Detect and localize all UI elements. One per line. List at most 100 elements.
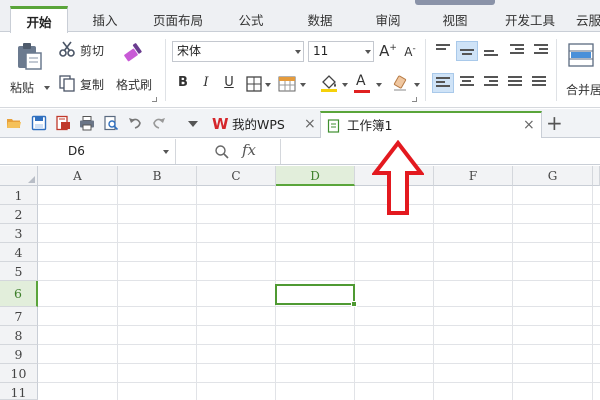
row-header-7[interactable]: 7 xyxy=(0,307,38,326)
print-icon[interactable] xyxy=(79,115,95,131)
increase-indent-button[interactable] xyxy=(530,41,552,61)
merge-center-button[interactable]: 合并居中 xyxy=(562,39,600,97)
open-folder-icon[interactable] xyxy=(6,115,22,131)
row-header-10[interactable]: 10 xyxy=(0,364,38,383)
column-header-b[interactable]: B xyxy=(118,166,197,186)
save-icon[interactable] xyxy=(31,115,47,131)
spreadsheet-grid[interactable]: A B C D E F G 1 2 3 4 5 6 7 8 9 10 11 xyxy=(0,166,600,400)
decrease-indent-button[interactable] xyxy=(506,41,528,61)
clipboard-dialog-launcher[interactable] xyxy=(152,97,157,102)
font-color-button[interactable]: A xyxy=(352,73,382,94)
copy-button[interactable]: 复制 xyxy=(56,73,112,95)
grid-line xyxy=(38,204,600,205)
grow-font-button[interactable]: A+ xyxy=(378,41,398,61)
zoom-search-icon[interactable] xyxy=(214,144,230,160)
grow-font-glyph: A xyxy=(379,42,390,60)
customize-toolbar-icon[interactable] xyxy=(188,121,198,127)
align-top-button[interactable] xyxy=(432,41,454,61)
clear-format-button[interactable] xyxy=(390,74,420,94)
format-painter-button[interactable]: 格式刷 xyxy=(114,73,162,95)
align-top-icon xyxy=(436,44,450,56)
grid-line xyxy=(38,242,600,243)
row-header-9[interactable]: 9 xyxy=(0,345,38,364)
paste-label: 粘贴 xyxy=(10,81,35,95)
align-center-button[interactable] xyxy=(456,73,478,93)
align-right-button[interactable] xyxy=(480,73,502,93)
tab-page-layout[interactable]: 页面布局 xyxy=(142,9,214,32)
cut-button[interactable]: 剪切 xyxy=(56,39,112,61)
tab-review[interactable]: 审阅 xyxy=(363,9,413,32)
align-bottom-button[interactable] xyxy=(480,41,502,61)
tab-formulas[interactable]: 公式 xyxy=(226,9,276,32)
justify-button[interactable] xyxy=(504,73,526,93)
bold-button[interactable]: B xyxy=(173,73,193,93)
active-cell-d6[interactable] xyxy=(275,284,355,305)
copy-icon xyxy=(59,75,75,92)
tab-view[interactable]: 视图 xyxy=(430,9,480,32)
my-wps-label: 我的WPS xyxy=(232,117,285,132)
column-header-d[interactable]: D xyxy=(276,166,355,186)
undo-icon[interactable] xyxy=(127,115,143,131)
chevron-down-icon xyxy=(300,83,306,87)
column-header-h[interactable] xyxy=(593,166,600,186)
quick-access-bar: W 我的WPS × 工作簿1 × + xyxy=(0,109,600,138)
close-icon[interactable]: × xyxy=(304,111,316,138)
column-header-a[interactable]: A xyxy=(38,166,118,186)
paste-button[interactable]: 粘贴 xyxy=(8,39,50,97)
column-header-f[interactable]: F xyxy=(434,166,513,186)
scissors-icon xyxy=(59,41,75,57)
italic-button[interactable]: I xyxy=(196,73,216,93)
font-color-swatch xyxy=(354,90,370,93)
font-size-select[interactable]: 11 xyxy=(308,41,374,62)
chevron-down-icon xyxy=(365,50,371,54)
chevron-down-icon xyxy=(265,83,271,87)
grid-line xyxy=(38,325,600,326)
name-box[interactable]: D6 xyxy=(0,139,176,164)
redo-icon[interactable] xyxy=(151,115,167,131)
close-icon[interactable]: × xyxy=(523,112,535,139)
tab-cloud[interactable]: 云服 xyxy=(576,9,600,32)
row-header-5[interactable]: 5 xyxy=(0,262,38,281)
distribute-button[interactable] xyxy=(528,73,550,93)
row-header-8[interactable]: 8 xyxy=(0,326,38,345)
row-header-2[interactable]: 2 xyxy=(0,205,38,224)
format-painter-icon-button[interactable] xyxy=(120,39,150,67)
font-size-value: 11 xyxy=(313,44,329,58)
tab-insert[interactable]: 插入 xyxy=(80,9,130,32)
menu-bar: 开始 插入 页面布局 公式 数据 审阅 视图 开发工具 云服 xyxy=(0,0,600,33)
insert-function-icon[interactable]: fx xyxy=(242,141,256,159)
fill-handle[interactable] xyxy=(351,301,357,307)
tab-workbook-1[interactable]: 工作簿1 × xyxy=(320,111,542,138)
font-dialog-launcher[interactable] xyxy=(412,97,417,102)
borders-button[interactable] xyxy=(244,74,272,94)
new-tab-plus-icon[interactable]: + xyxy=(546,111,563,135)
font-name-select[interactable]: 宋体 xyxy=(172,41,304,62)
column-header-g[interactable]: G xyxy=(513,166,593,186)
row-header-1[interactable]: 1 xyxy=(0,186,38,205)
export-pdf-icon[interactable] xyxy=(55,115,71,131)
shrink-font-button[interactable]: A- xyxy=(400,42,420,62)
fill-color-button[interactable] xyxy=(318,74,348,94)
select-all-corner[interactable] xyxy=(0,166,38,186)
minus-icon: - xyxy=(412,44,416,54)
align-left-button[interactable] xyxy=(432,73,454,93)
tab-developer[interactable]: 开发工具 xyxy=(494,9,566,32)
table-style-icon xyxy=(278,76,296,92)
print-preview-icon[interactable] xyxy=(103,115,119,131)
underline-button[interactable]: U xyxy=(219,73,239,93)
tab-my-wps[interactable]: W 我的WPS × xyxy=(208,111,320,138)
tab-data[interactable]: 数据 xyxy=(295,9,345,32)
row-header-4[interactable]: 4 xyxy=(0,243,38,262)
workbook-label: 工作簿1 xyxy=(347,118,393,133)
row-header-11[interactable]: 11 xyxy=(0,383,38,400)
cell-style-button[interactable] xyxy=(276,74,306,94)
formula-input[interactable] xyxy=(282,139,600,164)
align-middle-button[interactable] xyxy=(456,41,478,61)
indent-icon xyxy=(534,44,548,56)
column-header-c[interactable]: C xyxy=(197,166,276,186)
group-separator xyxy=(425,39,426,101)
tab-home[interactable]: 开始 xyxy=(10,6,68,33)
row-header-3[interactable]: 3 xyxy=(0,224,38,243)
grid-line xyxy=(38,382,600,383)
row-header-6[interactable]: 6 xyxy=(0,281,38,307)
